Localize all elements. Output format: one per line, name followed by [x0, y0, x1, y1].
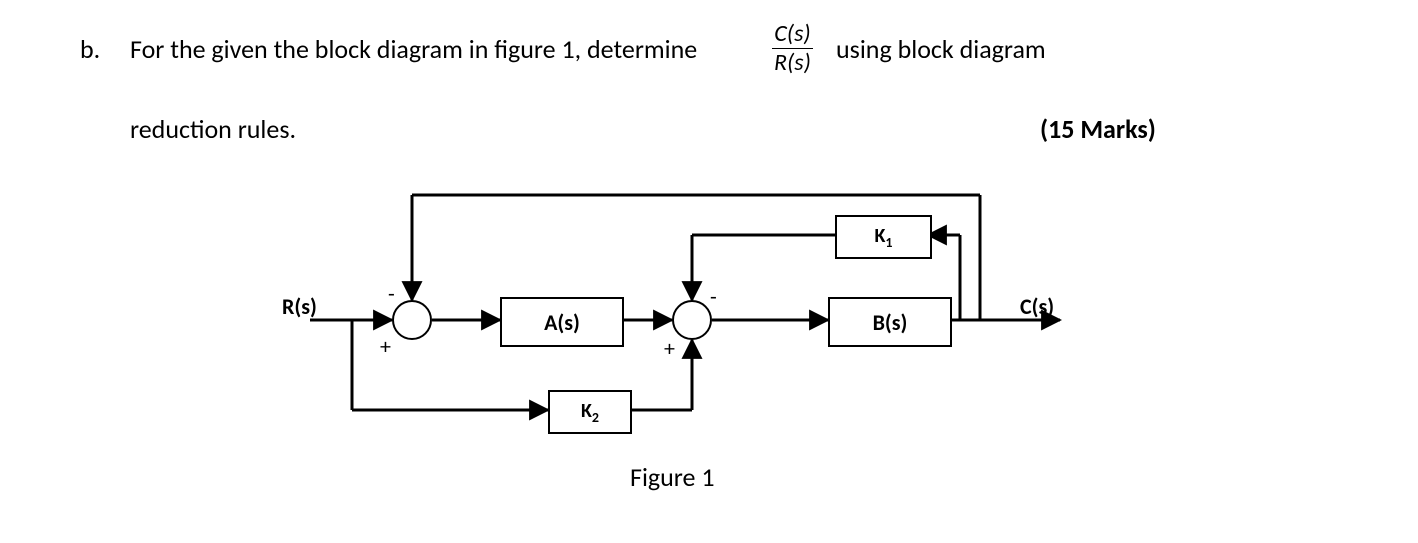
sum1-minus: - [388, 280, 395, 307]
sum-junction-1 [392, 300, 432, 340]
block-K2: K2 [548, 390, 632, 434]
block-diagram: A(s) B(s) K1 K2 + - + - R(s) C(s) Figure… [280, 175, 1140, 475]
block-A-label: A(s) [544, 309, 580, 336]
block-B: B(s) [828, 297, 952, 347]
block-A: A(s) [500, 297, 624, 347]
frac-denominator: R(s) [772, 49, 813, 75]
output-label: C(s) [1020, 293, 1054, 320]
frac-numerator: C(s) [772, 22, 813, 49]
question-line1-a: For the given the block diagram in figur… [130, 34, 697, 65]
fraction: C(s) R(s) [768, 24, 817, 77]
input-label: R(s) [282, 293, 317, 320]
sum-junction-2 [672, 300, 712, 340]
block-K2-label: K2 [581, 399, 599, 426]
question-line2: reduction rules. [130, 114, 296, 145]
marks: (15 Marks) [1040, 114, 1156, 145]
sum2-plus: + [664, 335, 675, 362]
question-line1-b: using block diagram [836, 34, 1046, 65]
sum1-plus: + [380, 333, 391, 360]
block-K1-label: K1 [874, 224, 892, 251]
block-K1: K1 [835, 215, 932, 259]
list-marker: b. [80, 34, 100, 65]
block-B-label: B(s) [873, 309, 908, 336]
figure-caption: Figure 1 [630, 461, 715, 493]
sum2-minus: - [710, 283, 717, 310]
page: b. For the given the block diagram in fi… [0, 0, 1418, 543]
